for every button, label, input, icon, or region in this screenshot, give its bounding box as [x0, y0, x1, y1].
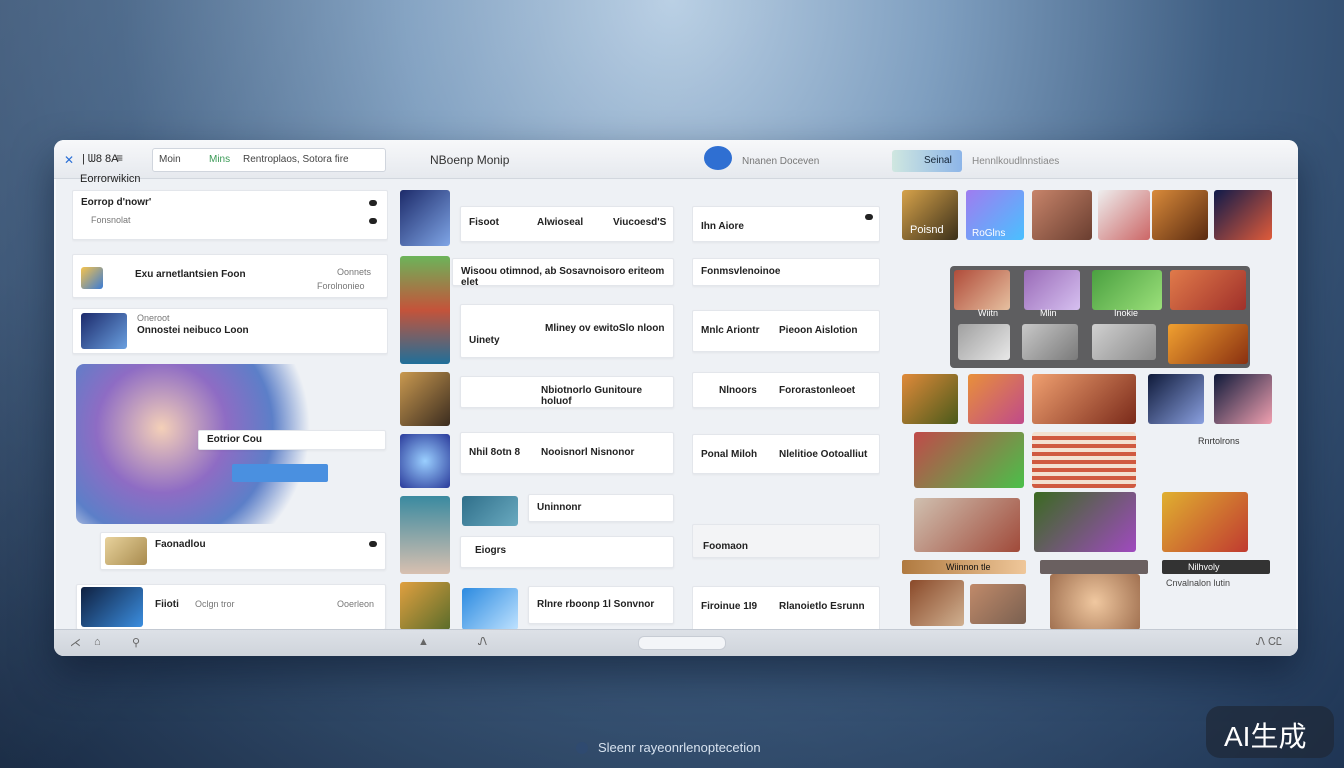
list-item[interactable]: Nlnoors Fororastonleoet	[692, 372, 880, 408]
caption-text: Sleenr rayeonrlenoptecetion	[598, 740, 761, 755]
search-input[interactable]: Moin Mins Rentroplaos, Sotora fire	[152, 148, 386, 172]
thumbnail[interactable]	[1092, 270, 1162, 310]
detail-column: Ihn Aiore Fonmsvlenoinoe Mnlc Ariontr Pi…	[692, 186, 880, 630]
primary-button[interactable]: Seinal	[892, 150, 962, 172]
caption-icon	[576, 742, 588, 754]
label-banner	[1040, 560, 1148, 574]
menu-dot-icon[interactable]	[369, 218, 377, 224]
thumbnail[interactable]	[914, 432, 1024, 488]
thumbnail[interactable]	[1168, 324, 1248, 364]
scroll-handle[interactable]	[638, 636, 726, 650]
upload-icon[interactable]: ▲	[418, 636, 429, 648]
list-item[interactable]: Fonmsvlenoinoe	[692, 258, 880, 286]
list-item[interactable]: Faonadlou	[100, 532, 386, 570]
thumbnail[interactable]	[1034, 492, 1136, 552]
thumbnail[interactable]	[968, 374, 1024, 424]
thumbnail[interactable]	[400, 190, 450, 246]
watermark-badge: AI生成	[1206, 706, 1334, 758]
tab-item[interactable]: Viucoesd'S	[613, 217, 666, 228]
thumbnail[interactable]	[910, 580, 964, 626]
search-query: Rentroplaos, Sotora fire	[243, 154, 349, 165]
list-item[interactable]: Eiogrs	[460, 536, 674, 568]
thumbnail[interactable]	[400, 372, 450, 426]
list-item[interactable]: Firoinue 1I9 Rlanoietlo Esrunn	[692, 586, 880, 630]
thumbnail[interactable]	[1170, 270, 1246, 310]
menu-dot-icon[interactable]	[369, 541, 377, 547]
thumbnail[interactable]	[1162, 492, 1248, 552]
list-item[interactable]: Nhil 8otn 8 Nooisnorl Nisnonor	[460, 432, 674, 474]
thumbnail[interactable]	[1148, 374, 1204, 424]
gallery-column: Poisnd RoGlns Wiitn Mlin Inokie Rnrtolro…	[900, 186, 1280, 630]
header-right-text: Hennlkoudlnnstiaes	[972, 156, 1060, 167]
thumbnail	[81, 587, 143, 627]
thumbnail[interactable]	[400, 256, 450, 364]
home-icon[interactable]: ⌂	[94, 636, 101, 648]
thumbnail	[81, 313, 127, 349]
grid-column: Fisoot Alwioseal Viucoesd'S Wisoou otimn…	[398, 186, 676, 630]
list-item[interactable]: Uinety Mliney ov ewitoSlo nloon	[460, 304, 674, 358]
settings-icon[interactable]: Ꮑ ᏟᏝ	[1256, 636, 1282, 649]
search-filter: Mins	[209, 154, 231, 165]
thumbnail[interactable]	[1092, 324, 1156, 360]
thumbnail[interactable]	[970, 584, 1026, 624]
thumbnail[interactable]	[1032, 432, 1136, 488]
account-icon[interactable]	[704, 146, 732, 170]
section-title: Eorrorwikicn	[80, 173, 141, 185]
thumbnail[interactable]	[462, 496, 518, 526]
list-item[interactable]: Mnlc Ariontr Pieoon Aislotion	[692, 310, 880, 352]
thumbnail[interactable]	[400, 434, 450, 488]
list-item[interactable]: Nbiotnorlo Gunitoure holuof	[460, 376, 674, 408]
list-item[interactable]: Foomaon	[692, 524, 880, 558]
list-item[interactable]: Fiioti Oclgn tror Ooerleon	[76, 584, 386, 630]
feed-column: Eorrop d'nowr' Fonsnolat Exu arnetlantsi…	[72, 186, 388, 630]
thumbnail[interactable]	[400, 582, 450, 630]
thumbnail[interactable]	[1032, 190, 1092, 240]
app-name: | ᗯ8 8A	[82, 153, 119, 165]
list-item[interactable]: Onnostei neibuco Loon Oneroot	[72, 308, 388, 354]
list-item[interactable]: Uninnonr	[528, 494, 674, 522]
menu-icon[interactable]: ≡	[116, 151, 123, 165]
title-bar: ✕ | ᗯ8 8A ≡ Eorrorwikicn Moin Mins Rentr…	[54, 140, 1298, 185]
tab-item[interactable]: Alwioseal	[537, 217, 583, 228]
thumbnail[interactable]	[1214, 374, 1272, 424]
status-bar: ⋌ ⌂ ⚲ ▲ Ꮑ Ꮑ ᏟᏝ	[54, 629, 1298, 656]
thumbnail[interactable]	[958, 324, 1010, 360]
thumbnail[interactable]	[1024, 270, 1080, 310]
thumbnail[interactable]	[1050, 574, 1140, 630]
app-window: ✕ | ᗯ8 8A ≡ Eorrorwikicn Moin Mins Rentr…	[54, 140, 1298, 656]
thumbnail	[81, 267, 103, 289]
list-item[interactable]: Eotrior Cou	[198, 430, 386, 450]
window-title: NBoenp Monip	[430, 153, 510, 167]
menu-dot-icon[interactable]	[369, 200, 377, 206]
chart-icon[interactable]: Ꮑ	[478, 636, 487, 649]
thumbnail[interactable]	[914, 498, 1020, 552]
tab-row: Fisoot Alwioseal Viucoesd'S	[460, 206, 674, 242]
search-scope: Moin	[159, 154, 181, 165]
thumbnail[interactable]	[1022, 324, 1078, 360]
thumbnail[interactable]	[902, 374, 958, 424]
close-icon[interactable]: ✕	[64, 153, 74, 167]
list-item[interactable]: Wisoou otimnod, ab Sosavnoisoro eriteom …	[452, 258, 674, 288]
thumbnail[interactable]	[1032, 374, 1136, 424]
search-icon[interactable]: ⚲	[132, 636, 140, 649]
thumbnail[interactable]	[1214, 190, 1272, 240]
thumbnail[interactable]	[1098, 190, 1150, 240]
list-item[interactable]: Eorrop d'nowr' Fonsnolat	[72, 190, 388, 240]
list-item[interactable]: Exu arnetlantsien Foon Oonnets Forolnoni…	[72, 254, 388, 298]
wave-icon[interactable]: ⋌	[70, 636, 81, 649]
status-text: Nnanen Doceven	[742, 156, 820, 167]
progress-bar	[232, 464, 328, 482]
thumbnail[interactable]	[954, 270, 1010, 310]
thumbnail[interactable]	[1152, 190, 1208, 240]
list-item[interactable]: Ponal Miloh Nlelitioe Ootoalliut	[692, 434, 880, 474]
menu-dot-icon[interactable]	[865, 214, 873, 220]
tab-item[interactable]: Fisoot	[469, 217, 499, 228]
thumbnail	[105, 537, 147, 565]
thumbnail[interactable]	[400, 496, 450, 574]
list-item[interactable]: Rlnre rboonp 1l Sonvnor	[528, 586, 674, 624]
list-item[interactable]: Ihn Aiore	[692, 206, 880, 242]
thumbnail[interactable]	[462, 588, 518, 630]
